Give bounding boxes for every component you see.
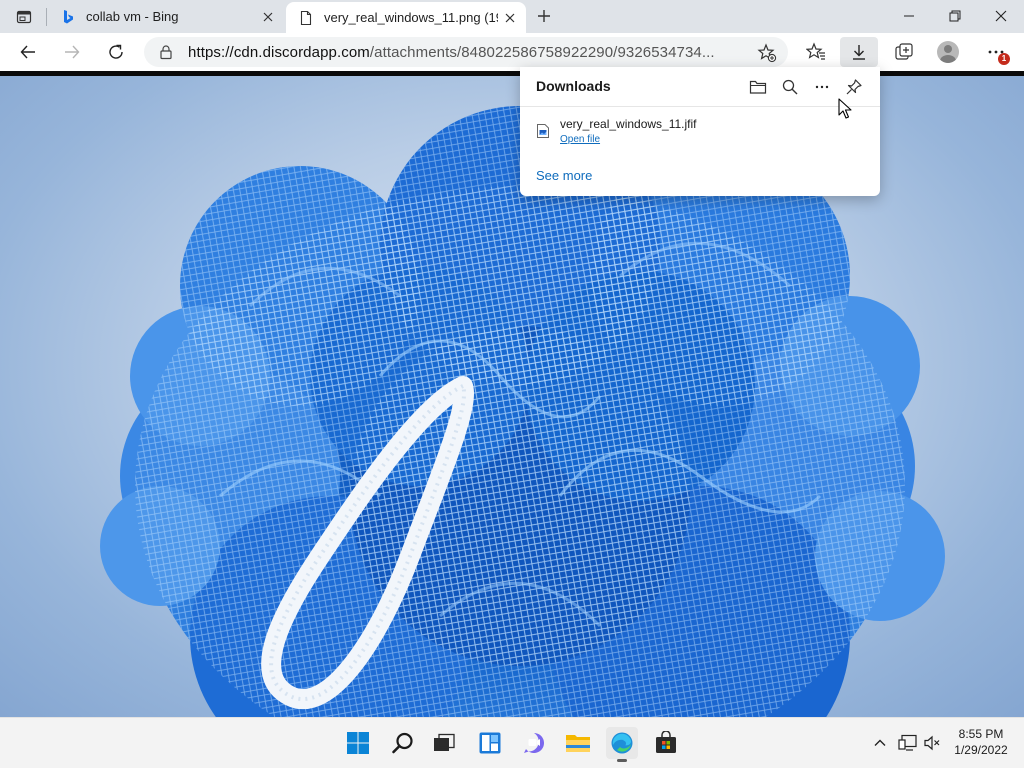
profile-button[interactable] [932,37,964,67]
tab-bing[interactable]: collab vm - Bing [48,0,284,33]
settings-and-more-button[interactable]: 1 [980,37,1012,67]
store-button[interactable] [650,727,682,759]
arrow-left-icon [20,45,35,59]
url-path: /attachments/848022586758922290/93265347… [369,44,715,61]
chevron-up-icon [874,739,886,746]
start-button[interactable] [342,727,374,759]
close-window-button[interactable] [978,0,1024,31]
open-downloads-folder-button[interactable] [746,75,770,99]
collections-icon [895,43,913,60]
widgets-button[interactable] [474,727,506,759]
download-icon [853,45,865,60]
avatar [937,41,959,63]
url-host: https://cdn.discordapp.com [188,44,370,61]
downloads-button[interactable] [840,37,878,67]
folder-icon [749,80,767,94]
downloads-flyout: Downloads very_real_windows_11.jfif Open [520,67,880,196]
search-icon [782,79,798,95]
folder-icon [566,735,590,752]
taskbar-clock[interactable]: 8:55 PM 1/29/2022 [944,726,1018,758]
back-button[interactable] [12,37,44,67]
close-tab-icon[interactable] [498,6,522,30]
tab-title: very_real_windows_11.png (1920 [324,10,498,25]
network-button[interactable] [898,733,918,753]
favorites-icon [806,42,825,60]
windows-logo-icon [347,732,369,754]
close-tab-icon[interactable] [256,5,280,29]
volume-muted-icon [924,735,940,751]
star-add-icon [757,43,777,63]
taskbar-search-button[interactable] [387,727,419,759]
forward-button[interactable] [56,37,88,67]
network-icon [898,734,917,751]
divider [520,106,880,107]
browser-toolbar: https://cdn.discordapp.com/attachments/8… [0,33,1024,71]
search-downloads-button[interactable] [778,75,802,99]
chat-icon [524,733,544,753]
download-item[interactable]: very_real_windows_11.jfif Open file [536,117,866,149]
clock-date: 1/29/2022 [954,743,1008,757]
teams-chat-button[interactable] [518,727,550,759]
pin-downloads-button[interactable] [842,75,866,99]
add-favorite-button[interactable] [756,42,778,64]
minimize-icon [904,15,914,16]
more-dots-icon [815,85,829,89]
tab-actions-icon [16,10,32,24]
taskbar: 8:55 PM 1/29/2022 [0,717,1024,768]
url-text[interactable]: https://cdn.discordapp.com/attachments/8… [188,44,748,61]
tab-strip: collab vm - Bing very_real_windows_11.pn… [0,0,1024,33]
lock-icon[interactable] [158,44,174,60]
bing-icon [64,9,73,23]
downloads-more-options-button[interactable] [810,75,834,99]
edge-button[interactable] [606,727,638,762]
widgets-icon [479,732,501,754]
tab-separator [46,8,47,26]
file-explorer-button[interactable] [562,727,594,759]
collections-button[interactable] [888,37,920,67]
store-icon [656,731,676,753]
see-more-link[interactable]: See more [536,168,592,183]
address-bar[interactable]: https://cdn.discordapp.com/attachments/8… [144,37,788,67]
refresh-icon [109,44,123,59]
favorites-button[interactable] [800,37,832,67]
edge-icon [611,732,633,754]
document-icon [300,10,312,25]
pin-icon [846,79,862,95]
notification-badge: 1 [998,53,1010,65]
restore-icon [949,10,961,21]
search-icon [392,732,413,754]
refresh-button[interactable] [100,37,132,67]
mouse-cursor-icon [838,98,852,119]
minimize-button[interactable] [886,0,932,31]
new-tab-button[interactable] [530,4,558,28]
arrow-right-icon [65,45,80,59]
show-hidden-icons-button[interactable] [870,733,890,753]
close-icon [995,10,1007,21]
tab-actions-button[interactable] [8,6,40,28]
downloads-title: Downloads [536,78,611,94]
plus-icon [538,10,550,22]
tab-title: collab vm - Bing [86,9,179,24]
task-view-button[interactable] [428,727,460,759]
task-view-icon [434,733,455,751]
download-filename: very_real_windows_11.jfif [560,117,697,131]
open-file-link[interactable]: Open file [560,134,600,145]
restore-button[interactable] [932,0,978,31]
volume-button[interactable] [922,733,942,753]
clock-time: 8:55 PM [958,727,1004,741]
image-file-icon [537,124,549,138]
tab-image[interactable]: very_real_windows_11.png (1920 [286,2,526,33]
